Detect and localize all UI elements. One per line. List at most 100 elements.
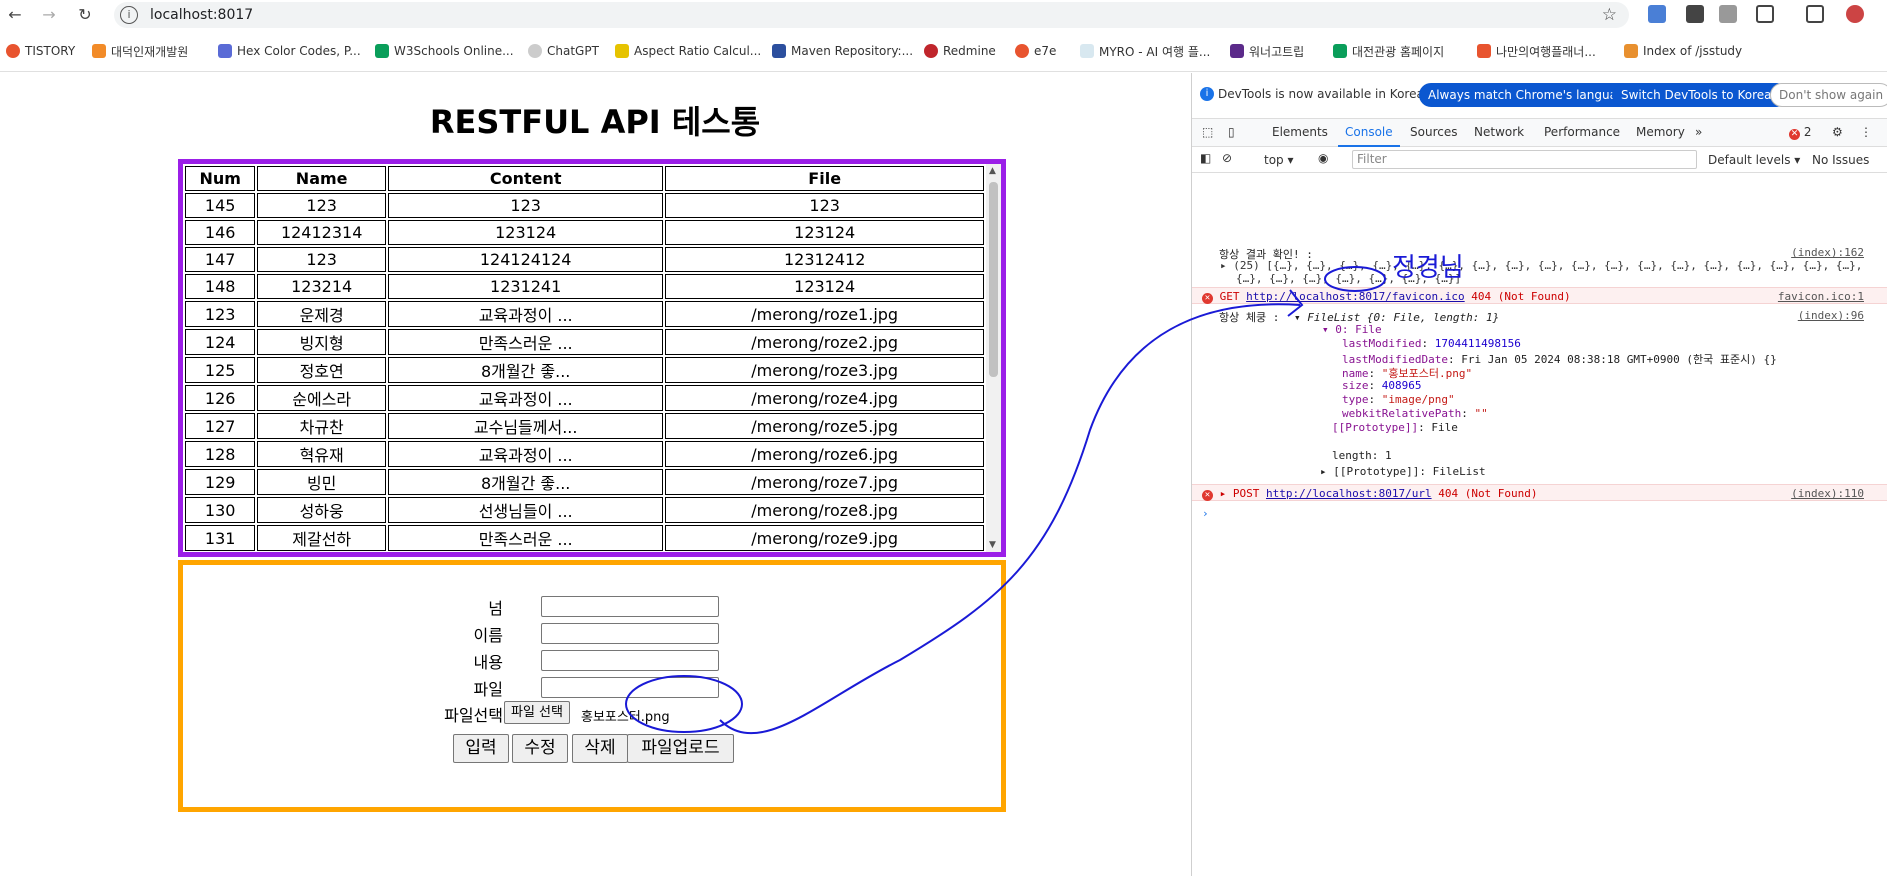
scroll-down-icon[interactable]: ▼ [989,540,996,550]
cell-name: 제갈선하 [257,525,386,551]
file-input[interactable] [541,677,719,698]
error-source-link[interactable]: (index):110 [1791,487,1864,500]
bookmark-item[interactable]: 나만의여행플래너... [1477,42,1596,60]
match-language-button[interactable]: Always match Chrome's language [1419,83,1641,107]
live-expression-eye-icon[interactable]: ◉ [1318,151,1328,165]
cell-file: /merong/roze8.jpg [665,497,984,523]
bookmark-item[interactable]: 대전관광 홈페이지 [1333,42,1444,60]
insert-button[interactable]: 입력 [453,734,509,763]
bookmark-item[interactable]: MYRO - AI 여행 플... [1080,42,1210,60]
table-row: 125 정호연 8개월간 좋.../merong/roze3.jpg [185,357,984,383]
file-upload-button[interactable]: 파일업로드 [627,734,734,763]
issues-counter[interactable]: No Issues [1812,153,1869,167]
extension-icon[interactable] [1648,5,1666,23]
table-scrollbar[interactable]: ▲ ▼ [986,164,1001,552]
device-toggle-icon[interactable]: ▯ [1228,125,1235,139]
scrollbar-thumb[interactable] [989,182,998,377]
log-array-value[interactable]: ▸ (25) [{…}, {…}, {…}, {…}, {…}, {…}, {…… [1192,259,1887,272]
switch-korean-button[interactable]: Switch DevTools to Korean [1612,83,1789,107]
reload-icon[interactable]: ↻ [74,4,96,26]
length-line: length: 1 [1332,449,1392,462]
tab-network[interactable]: Network [1474,125,1524,139]
side-panel-icon[interactable] [1806,5,1824,23]
cell-name: 성하웅 [257,497,386,523]
log-source-link[interactable]: (index):162 [1791,246,1864,259]
error-source-link[interactable]: favicon.ico:1 [1778,290,1864,303]
name-input[interactable] [541,623,719,644]
proto-line[interactable]: ▸ [[Prototype]]: FileList [1192,465,1887,478]
bookmark-item[interactable]: Aspect Ratio Calcul... [615,42,761,60]
cell-num: 124 [185,329,256,355]
cell-content: 선생님들이 ... [387,497,664,523]
context-selector[interactable]: top ▾ [1264,153,1294,167]
cell-file: 123 [665,193,984,218]
inspect-icon[interactable]: ⬚ [1202,125,1213,139]
file-entry[interactable]: ▾ 0: File [1192,323,1887,336]
clear-console-icon[interactable]: ⊘ [1222,151,1232,165]
table-row: 148 123214 1231241 123124 [185,274,984,299]
tab-elements[interactable]: Elements [1272,125,1328,139]
cell-file: /merong/roze7.jpg [665,469,984,495]
cell-name: 빙지형 [257,329,386,355]
tab-sources[interactable]: Sources [1410,125,1457,139]
tab-memory[interactable]: Memory [1636,125,1685,139]
cell-num: 146 [185,220,256,245]
cell-name: 123214 [257,274,386,299]
bookmark-item[interactable]: Index of /jsstudy [1624,42,1742,60]
error-url-link[interactable]: http://localhost:8017/url [1266,487,1432,500]
cell-num: 126 [185,385,256,411]
content-input[interactable] [541,650,719,671]
cell-file: /merong/roze6.jpg [665,441,984,467]
table-scroll-area[interactable]: Num Name Content File 145 123 123 123 146 124… [183,164,988,552]
url-text[interactable]: localhost:8017 [150,7,253,23]
forward-icon[interactable]: → [38,4,60,26]
cell-name: 운제경 [257,301,386,327]
extension-icon[interactable] [1719,5,1737,23]
bookmark-item[interactable]: e7e [1015,42,1056,60]
tab-console[interactable]: Console [1345,125,1393,139]
nav-row: ← → ↻ i localhost:8017 ☆ [0,0,1887,30]
back-icon[interactable]: ← [4,4,26,26]
bookmark-item[interactable]: Redmine [924,42,996,60]
num-input[interactable] [541,596,719,617]
bookmark-item[interactable]: ChatGPT [528,42,599,60]
update-button[interactable]: 수정 [512,734,568,763]
choose-file-button[interactable]: 파일 선택 [504,701,570,724]
more-tabs-icon[interactable]: » [1695,125,1702,139]
bookmark-item[interactable]: 워너고트립 [1230,42,1304,60]
sidebar-toggle-icon[interactable]: ◧ [1200,151,1211,165]
error-count-badge[interactable]: ✕ 2 [1789,125,1811,140]
table-row: 146 12412314 123124 123124 [185,220,984,245]
bookmark-item[interactable]: W3Schools Online... [375,42,514,60]
bookmark-item[interactable]: TISTORY [6,42,75,60]
cell-num: 123 [185,301,256,327]
error-url-link[interactable]: http://localhost:8017/favicon.ico [1246,290,1465,303]
extensions-puzzle-icon[interactable] [1756,5,1774,23]
log-levels-dropdown[interactable]: Default levels ▾ [1708,153,1800,167]
extension-icon[interactable] [1686,5,1704,23]
more-options-icon[interactable]: ⋮ [1860,125,1872,139]
log-source-link[interactable]: (index):96 [1798,309,1864,322]
file-property-line: webkitRelativePath: "" [1192,407,1887,420]
cell-content: 123124 [387,220,664,245]
site-info-icon[interactable]: i [120,6,138,24]
console-output[interactable]: 항상 결과 확인! : (index):162 ▸ (25) [{…}, {…}… [1192,173,1887,876]
console-prompt[interactable]: › [1192,507,1887,520]
settings-gear-icon[interactable]: ⚙ [1832,125,1843,139]
tab-performance[interactable]: Performance [1544,125,1620,139]
scroll-up-icon[interactable]: ▲ [989,166,996,176]
cell-name: 빙민 [257,469,386,495]
console-filter-input[interactable]: Filter [1352,150,1697,169]
bookmark-item[interactable]: Maven Repository:... [772,42,913,60]
cell-name: 차규찬 [257,413,386,439]
profile-avatar[interactable] [1846,5,1864,23]
dont-show-button[interactable]: Don't show again [1770,83,1887,107]
address-bar[interactable]: i localhost:8017 ☆ [114,2,1629,28]
bookmark-star-icon[interactable]: ☆ [1602,5,1617,25]
table-row: 127 차규찬 교수님들께서.../merong/roze5.jpg [185,413,984,439]
bookmark-item[interactable]: 대덕인재개발원 [92,42,188,60]
file-property-line: lastModified: 1704411498156 [1192,337,1887,350]
property-key: type [1342,393,1369,406]
bookmark-item[interactable]: Hex Color Codes, P... [218,42,361,60]
delete-button[interactable]: 삭제 [572,734,628,763]
